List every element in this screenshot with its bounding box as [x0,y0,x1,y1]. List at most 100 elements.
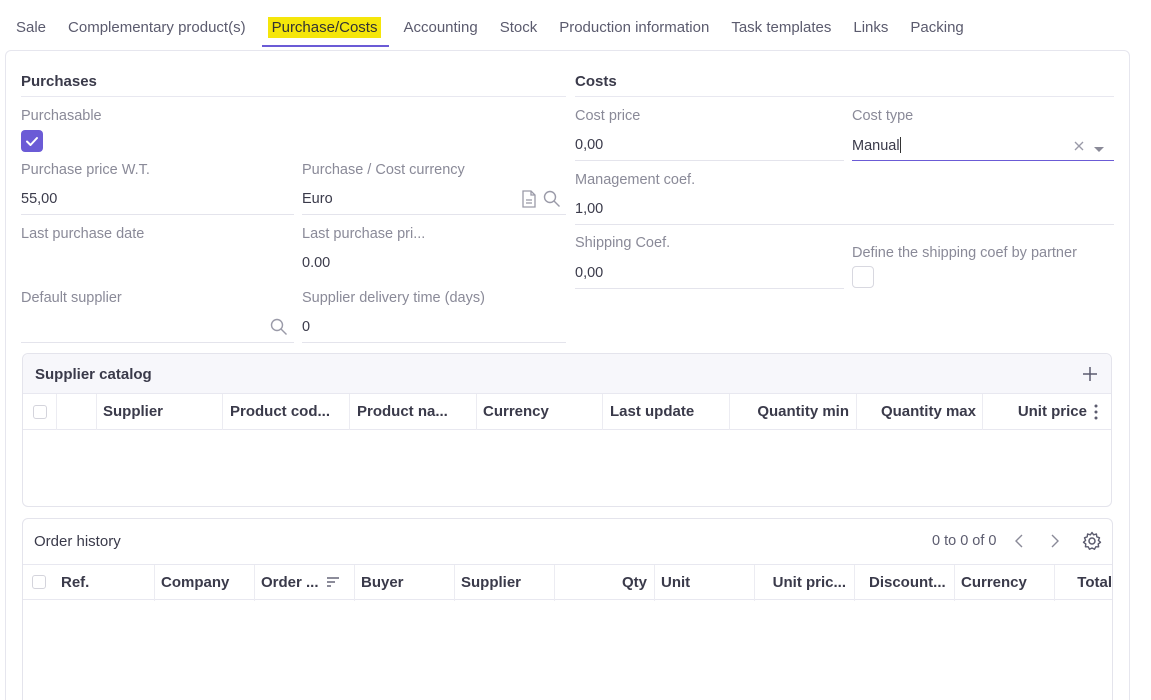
tab-label: Links [853,19,889,36]
column-quantity-max[interactable]: Quantity max [861,394,976,430]
management-coef-label: Management coef. [575,172,696,188]
checkmark-icon [26,137,38,146]
supplier-catalog-column-header: Supplier Product cod... Product na... Cu… [23,394,1111,430]
column-separator [982,394,983,430]
column-quantity-min[interactable]: Quantity min [735,394,849,430]
default-supplier-underline [21,342,294,343]
column-unit[interactable]: Unit [661,565,751,601]
supplier-catalog-grid: Supplier catalog Supplier Product cod...… [22,353,1112,507]
pager-text: 0 to 0 of 0 [932,533,997,549]
tab-packing[interactable]: Packing [910,10,963,46]
purchases-divider [21,96,566,97]
sort-icon[interactable] [326,575,340,591]
costs-section-title: Costs [575,73,617,90]
tab-label: Stock [499,19,538,36]
column-product-code[interactable]: Product cod... [230,394,342,430]
currency-input[interactable]: Euro [302,191,333,207]
delivery-time-input[interactable]: 0 [302,319,310,335]
tab-sale[interactable]: Sale [16,10,46,46]
purchase-price-input[interactable]: 55,00 [21,191,57,207]
add-icon[interactable] [1082,366,1098,385]
tab-label: Packing [910,19,964,36]
cost-type-value: Manual [852,138,900,154]
column-separator [602,394,603,430]
cost-price-label: Cost price [575,108,641,124]
define-shipping-checkbox[interactable] [852,266,874,288]
cost-price-underline [575,160,844,161]
column-separator [1054,565,1055,601]
cost-price-input[interactable]: 0,00 [575,137,603,153]
column-order-date[interactable]: Order ... [261,565,323,601]
supplier-catalog-header: Supplier catalog [23,354,1111,394]
management-coef-input[interactable]: 1,00 [575,201,603,217]
management-coef-underline [575,224,1114,225]
column-separator [56,394,57,430]
column-qty[interactable]: Qty [558,565,647,601]
column-separator [754,565,755,601]
chevron-right-icon[interactable] [1051,534,1059,551]
delivery-time-underline [302,342,566,343]
column-company[interactable]: Company [161,565,251,601]
shipping-coef-label: Shipping Coef. [575,235,671,251]
cost-type-underline [852,160,1114,161]
currency-underline [302,214,566,215]
tab-label: Production information [559,19,710,36]
chevron-left-icon[interactable] [1015,534,1023,551]
column-separator [354,565,355,601]
column-separator [856,394,857,430]
column-ref[interactable]: Ref. [61,565,146,601]
gear-icon[interactable] [1082,531,1102,554]
tab-complementary-products[interactable]: Complementary product(s) [68,10,246,46]
purchases-section-title: Purchases [21,73,97,90]
column-supplier[interactable]: Supplier [461,565,551,601]
column-separator [729,394,730,430]
clear-icon[interactable] [1073,139,1085,155]
column-separator [349,394,350,430]
cost-type-label: Cost type [852,108,914,124]
last-purchase-price-label: Last purchase pri... [302,226,426,242]
select-all-checkbox[interactable] [32,575,46,589]
column-total[interactable]: Total [1059,565,1112,601]
shipping-coef-underline [575,288,844,289]
column-currency[interactable]: Currency [961,565,1051,601]
tab-label: Sale [16,19,47,36]
purchase-price-underline [21,214,294,215]
default-supplier-label: Default supplier [21,290,122,306]
cost-type-select[interactable]: Manual [852,137,901,154]
select-all-checkbox[interactable] [33,405,47,419]
supplier-catalog-title: Supplier catalog [35,366,152,383]
tab-accounting[interactable]: Accounting [403,10,477,46]
column-separator [454,565,455,601]
tab-production-information[interactable]: Production information [559,10,709,46]
column-buyer[interactable]: Buyer [361,565,451,601]
search-icon[interactable] [270,318,288,339]
column-separator [222,394,223,430]
document-icon[interactable] [521,190,537,211]
purchase-price-label: Purchase price W.T. [21,162,150,178]
tab-purchase-costs[interactable]: Purchase/Costs [261,10,390,47]
column-currency[interactable]: Currency [483,394,595,430]
purchasable-checkbox[interactable] [21,130,43,152]
column-separator [554,565,555,601]
tab-bar: Sale Complementary product(s) Purchase/C… [0,14,986,50]
search-icon[interactable] [543,190,561,211]
column-separator [254,565,255,601]
column-discount[interactable]: Discount... [869,565,947,601]
more-vertical-icon[interactable] [1094,404,1098,423]
chevron-down-icon[interactable] [1093,141,1105,157]
purchasable-label: Purchasable [21,108,102,124]
tab-links[interactable]: Links [853,10,888,46]
tab-stock[interactable]: Stock [500,10,538,46]
order-history-title: Order history [34,533,121,550]
column-supplier[interactable]: Supplier [103,394,215,430]
define-shipping-label: Define the shipping coef by partner [852,245,1077,261]
column-separator [154,565,155,601]
column-unit-price[interactable]: Unit price [988,394,1087,430]
column-unit-price[interactable]: Unit pric... [758,565,846,601]
tab-task-templates[interactable]: Task templates [731,10,831,46]
column-last-update[interactable]: Last update [610,394,722,430]
last-purchase-price-value: 0.00 [302,255,331,271]
shipping-coef-input[interactable]: 0,00 [575,265,603,281]
column-product-name[interactable]: Product na... [357,394,469,430]
column-separator [96,394,97,430]
